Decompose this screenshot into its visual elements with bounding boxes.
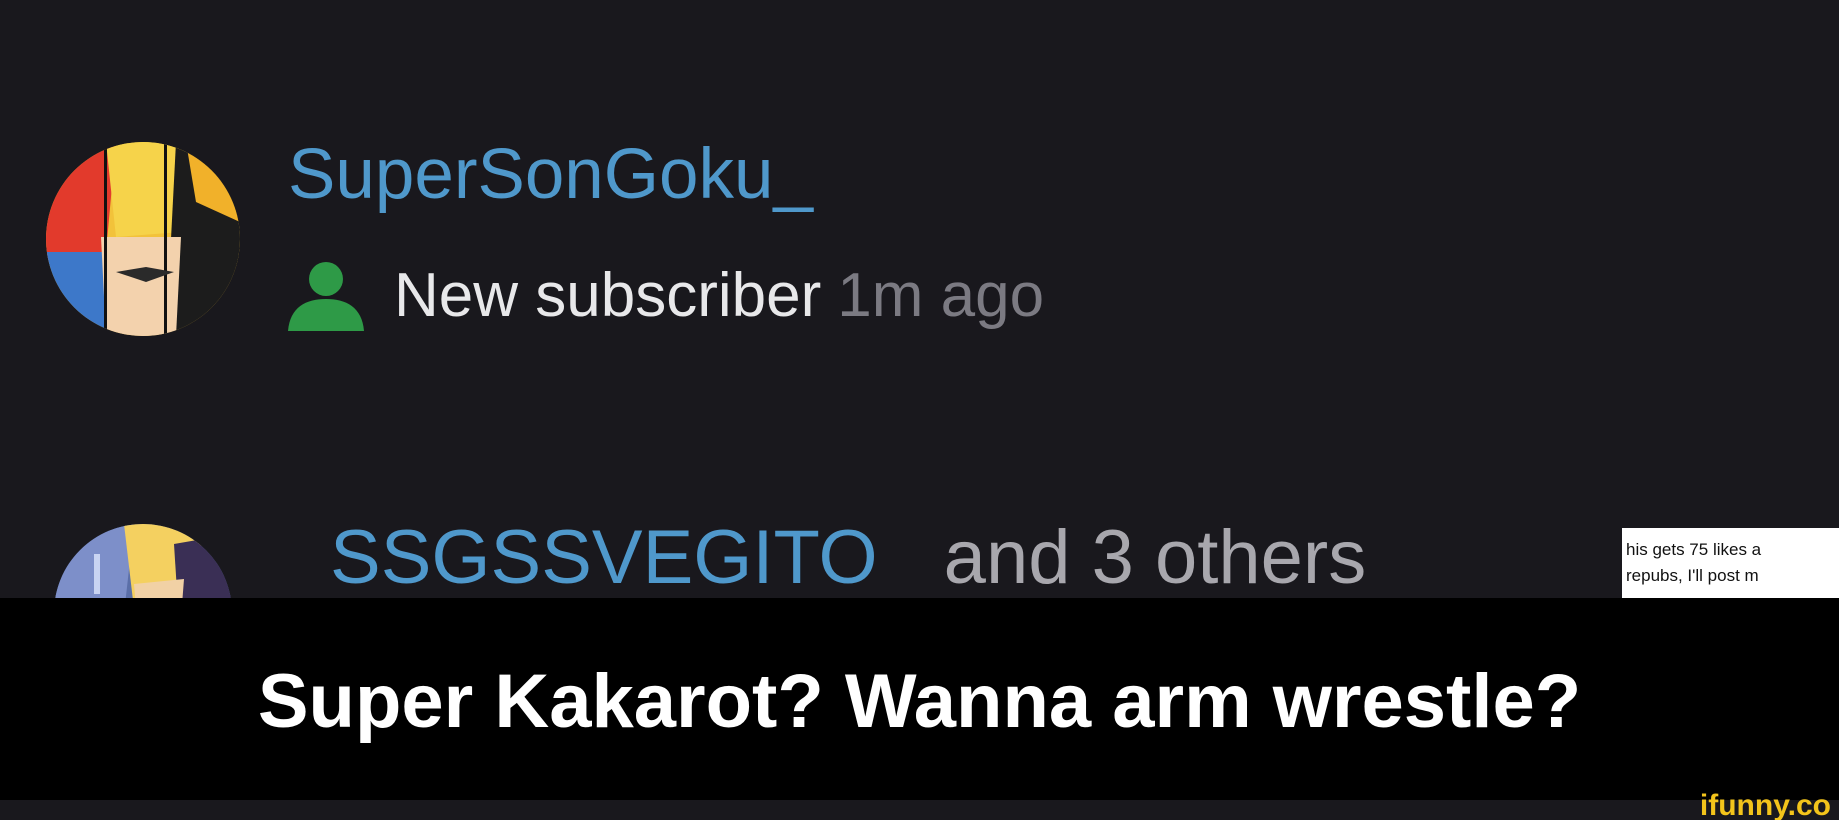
post-thumbnail[interactable]: his gets 75 likes a repubs, I'll post m [1622, 528, 1839, 600]
screenshot: SuperSonGoku_ New subscriber 1m ago SSGS… [0, 0, 1839, 820]
person-icon [288, 262, 364, 331]
like-event: SSGSSVEGITO and 3 others [330, 514, 1366, 601]
subscriber-event: New subscriber 1m ago [286, 252, 1044, 338]
username-link[interactable]: SuperSonGoku_ [288, 132, 813, 218]
event-timestamp: 1m ago [837, 260, 1045, 330]
others-count[interactable]: and 3 others [944, 514, 1367, 601]
username-link[interactable]: SSGSSVEGITO [330, 514, 878, 601]
footer-strip [0, 800, 1839, 820]
caption-bar: Super Kakarot? Wanna arm wrestle? [0, 598, 1839, 800]
avatar-image [46, 142, 240, 336]
avatar[interactable] [46, 142, 240, 336]
meme-caption: Super Kakarot? Wanna arm wrestle? [257, 659, 1582, 744]
event-label: New subscriber [394, 260, 822, 330]
thumbnail-text: repubs, I'll post m [1626, 566, 1759, 585]
thumbnail-text: his gets 75 likes a [1626, 540, 1762, 559]
watermark-logo: ifunny.co [1699, 789, 1831, 820]
